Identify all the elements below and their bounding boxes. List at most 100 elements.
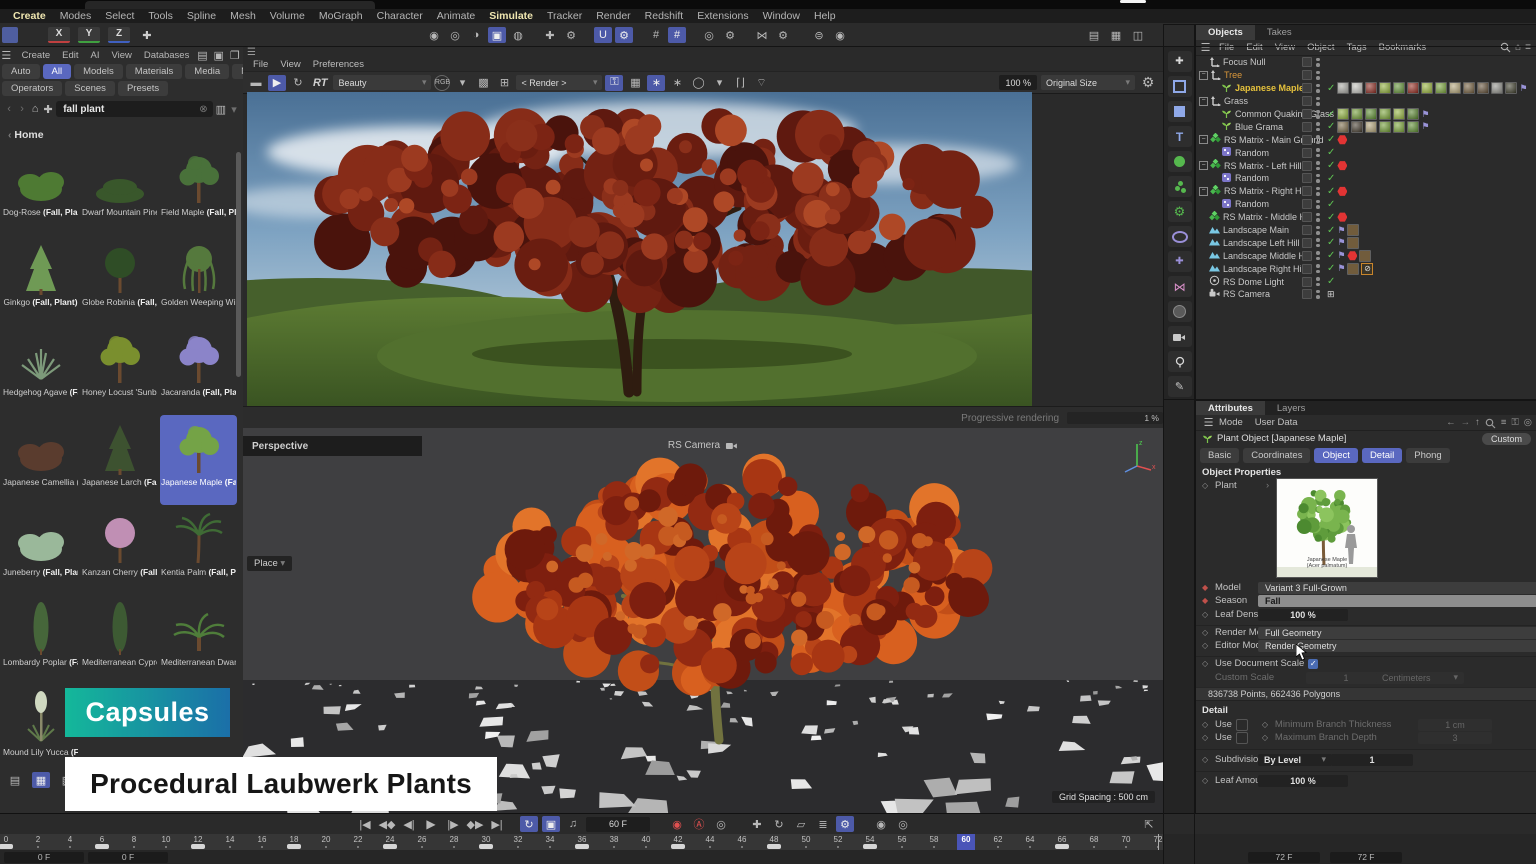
object-row-landscape-middle-hill[interactable]: Landscape Middle Hill✓⚑ <box>1196 249 1536 262</box>
enabled-check-icon[interactable]: ✓ <box>1327 199 1335 210</box>
sound-icon[interactable]: ♫ <box>564 816 582 832</box>
override-toggle[interactable] <box>1302 173 1312 183</box>
asset-scrollbar[interactable] <box>236 152 241 377</box>
circle-select-icon[interactable]: ◯ <box>689 75 707 91</box>
material-swatch[interactable] <box>1351 108 1363 120</box>
tab-all[interactable]: All <box>43 64 72 79</box>
override-toggle[interactable] <box>1302 238 1312 248</box>
menu-view[interactable]: View <box>1269 42 1301 53</box>
tab-scenes[interactable]: Scenes <box>65 81 115 96</box>
annotation-flag-icon[interactable]: ⚑ <box>1519 83 1527 94</box>
enabled-check-icon[interactable]: ✓ <box>1327 83 1335 94</box>
workplane-icon[interactable]: # <box>647 27 665 43</box>
redshift-tag-icon[interactable] <box>1347 251 1357 261</box>
axis-lock-z[interactable]: Z <box>108 27 130 43</box>
camera-tool-icon[interactable] <box>1168 326 1192 347</box>
field-ellipse-tool-icon[interactable] <box>1168 226 1192 247</box>
asset-item-ginkgo[interactable]: Ginkgo (Fall, Plant) <box>2 235 79 325</box>
custom-button[interactable]: Custom <box>1482 433 1531 445</box>
menu-edit[interactable]: Edit <box>1240 42 1268 53</box>
material-swatch[interactable] <box>1347 224 1359 236</box>
tab-media[interactable]: Media <box>185 64 229 79</box>
material-swatch[interactable] <box>1407 121 1419 133</box>
plant-preview-thumbnail[interactable]: Japanese Maple(Acer palmatum) <box>1276 478 1378 578</box>
snap-gear-icon[interactable]: ⚙ <box>615 27 633 43</box>
attr-forward-icon[interactable]: → <box>1461 417 1471 429</box>
material-swatch[interactable] <box>1347 263 1359 275</box>
channel-chevron-icon[interactable]: ▾ <box>453 75 471 91</box>
visibility-dots[interactable] <box>1316 187 1320 196</box>
window-tab[interactable] <box>85 1 375 9</box>
menu-create[interactable]: Create <box>17 50 56 61</box>
om-search-icon[interactable] <box>1500 42 1511 53</box>
light-tool-icon[interactable] <box>1168 351 1192 372</box>
object-row-rs-matrix-middle-hill[interactable]: RS Matrix - Middle Hill✓ <box>1196 211 1536 224</box>
axis-lock-x[interactable]: X <box>48 27 70 43</box>
object-name[interactable]: Focus Null <box>1223 57 1266 67</box>
override-toggle[interactable] <box>1302 109 1312 119</box>
attr-search-icon[interactable] <box>1485 418 1496 429</box>
breadcrumb-home[interactable]: Home <box>14 129 43 141</box>
object-row-random[interactable]: Random✓ <box>1196 172 1536 185</box>
override-toggle[interactable] <box>1302 277 1312 287</box>
object-name[interactable]: Random <box>1235 173 1269 183</box>
override-toggle[interactable] <box>1302 96 1312 106</box>
use-document-scale-checkbox[interactable]: ✓ <box>1308 659 1318 669</box>
override-toggle[interactable] <box>1302 251 1312 261</box>
tab-detail[interactable]: Detail <box>1362 448 1402 463</box>
range-end-field[interactable]: 72 F <box>1248 852 1320 863</box>
tab-basic[interactable]: Basic <box>1200 448 1239 463</box>
symmetry-icon[interactable]: ⋈ <box>753 27 771 43</box>
zoom-region-icon[interactable]: ⌔ <box>752 75 770 91</box>
key-pla-icon[interactable]: ⚙ <box>836 816 854 832</box>
add-icon[interactable]: ✚ <box>43 103 53 116</box>
search-input[interactable] <box>61 103 199 116</box>
enabled-check-icon[interactable]: ✓ <box>1327 237 1335 248</box>
menu-bookmarks[interactable]: Bookmarks <box>1373 42 1433 53</box>
expander-icon[interactable]: − <box>1199 135 1208 144</box>
cloner-tool-icon[interactable] <box>1168 151 1192 172</box>
attr-target-icon[interactable]: ◎ <box>1524 417 1532 429</box>
visibility-dots[interactable] <box>1316 135 1320 144</box>
tab-operators[interactable]: Operators <box>2 81 62 96</box>
menu-tags[interactable]: Tags <box>1341 42 1373 53</box>
object-name[interactable]: RS Matrix - Left Hill <box>1224 161 1302 171</box>
material-swatch[interactable] <box>1379 82 1391 94</box>
material-swatch[interactable] <box>1421 82 1433 94</box>
perspective-viewport[interactable]: Perspective RS Camera x z Place ▾ Grid S… <box>243 428 1163 813</box>
chevron-down-icon[interactable]: ▾ <box>229 103 239 116</box>
next-frame-icon[interactable]: |▶ <box>444 816 462 832</box>
lock-icon[interactable]: ⚿ <box>605 75 623 91</box>
object-name[interactable]: Random <box>1235 199 1269 209</box>
enabled-check-icon[interactable]: ✓ <box>1327 250 1335 261</box>
keyframe-marker[interactable] <box>767 844 781 849</box>
material-swatch[interactable] <box>1337 82 1349 94</box>
mograph-trio-tool-icon[interactable] <box>1168 176 1192 197</box>
enabled-check-icon[interactable]: ✓ <box>1327 263 1335 274</box>
range-start-field[interactable]: 0 F <box>88 852 168 863</box>
menu-window[interactable]: Window <box>756 10 807 22</box>
material-swatch[interactable] <box>1505 82 1517 94</box>
keyframe-marker[interactable] <box>1055 844 1069 849</box>
modeling-settings-icon[interactable]: ◎ <box>700 27 718 43</box>
object-row-tree[interactable]: −Tree <box>1196 69 1536 82</box>
asset-item-mediterranean-dwarf[interactable]: Mediterranean Dwarf ... <box>160 595 237 685</box>
undo-icon[interactable] <box>2 27 18 43</box>
enabled-check-icon[interactable]: ✓ <box>1327 134 1335 145</box>
object-row-rs-dome-light[interactable]: RS Dome Light✓ <box>1196 275 1536 288</box>
keyframe-marker[interactable] <box>575 844 589 849</box>
keyframe-marker[interactable] <box>191 844 205 849</box>
asset-item-jacaranda[interactable]: Jacaranda (Fall, Plant) <box>160 325 237 415</box>
effector-tool-icon[interactable]: ⚙ <box>1168 201 1192 222</box>
camera-label[interactable]: RS Camera <box>668 440 738 451</box>
loop-icon[interactable]: ↻ <box>520 816 538 832</box>
redshift-tag-icon[interactable] <box>1337 161 1347 171</box>
enabled-check-icon[interactable]: ✓ <box>1327 225 1335 236</box>
menu-extensions[interactable]: Extensions <box>690 10 755 22</box>
visibility-dots[interactable] <box>1316 97 1320 106</box>
keyframe-selection-icon[interactable]: ◎ <box>712 816 730 832</box>
refresh-icon[interactable]: ↻ <box>289 75 307 91</box>
override-toggle[interactable] <box>1302 57 1312 67</box>
annotation-flag-icon[interactable]: ⚑ <box>1421 109 1429 120</box>
enabled-check-icon[interactable]: ✓ <box>1327 276 1335 287</box>
